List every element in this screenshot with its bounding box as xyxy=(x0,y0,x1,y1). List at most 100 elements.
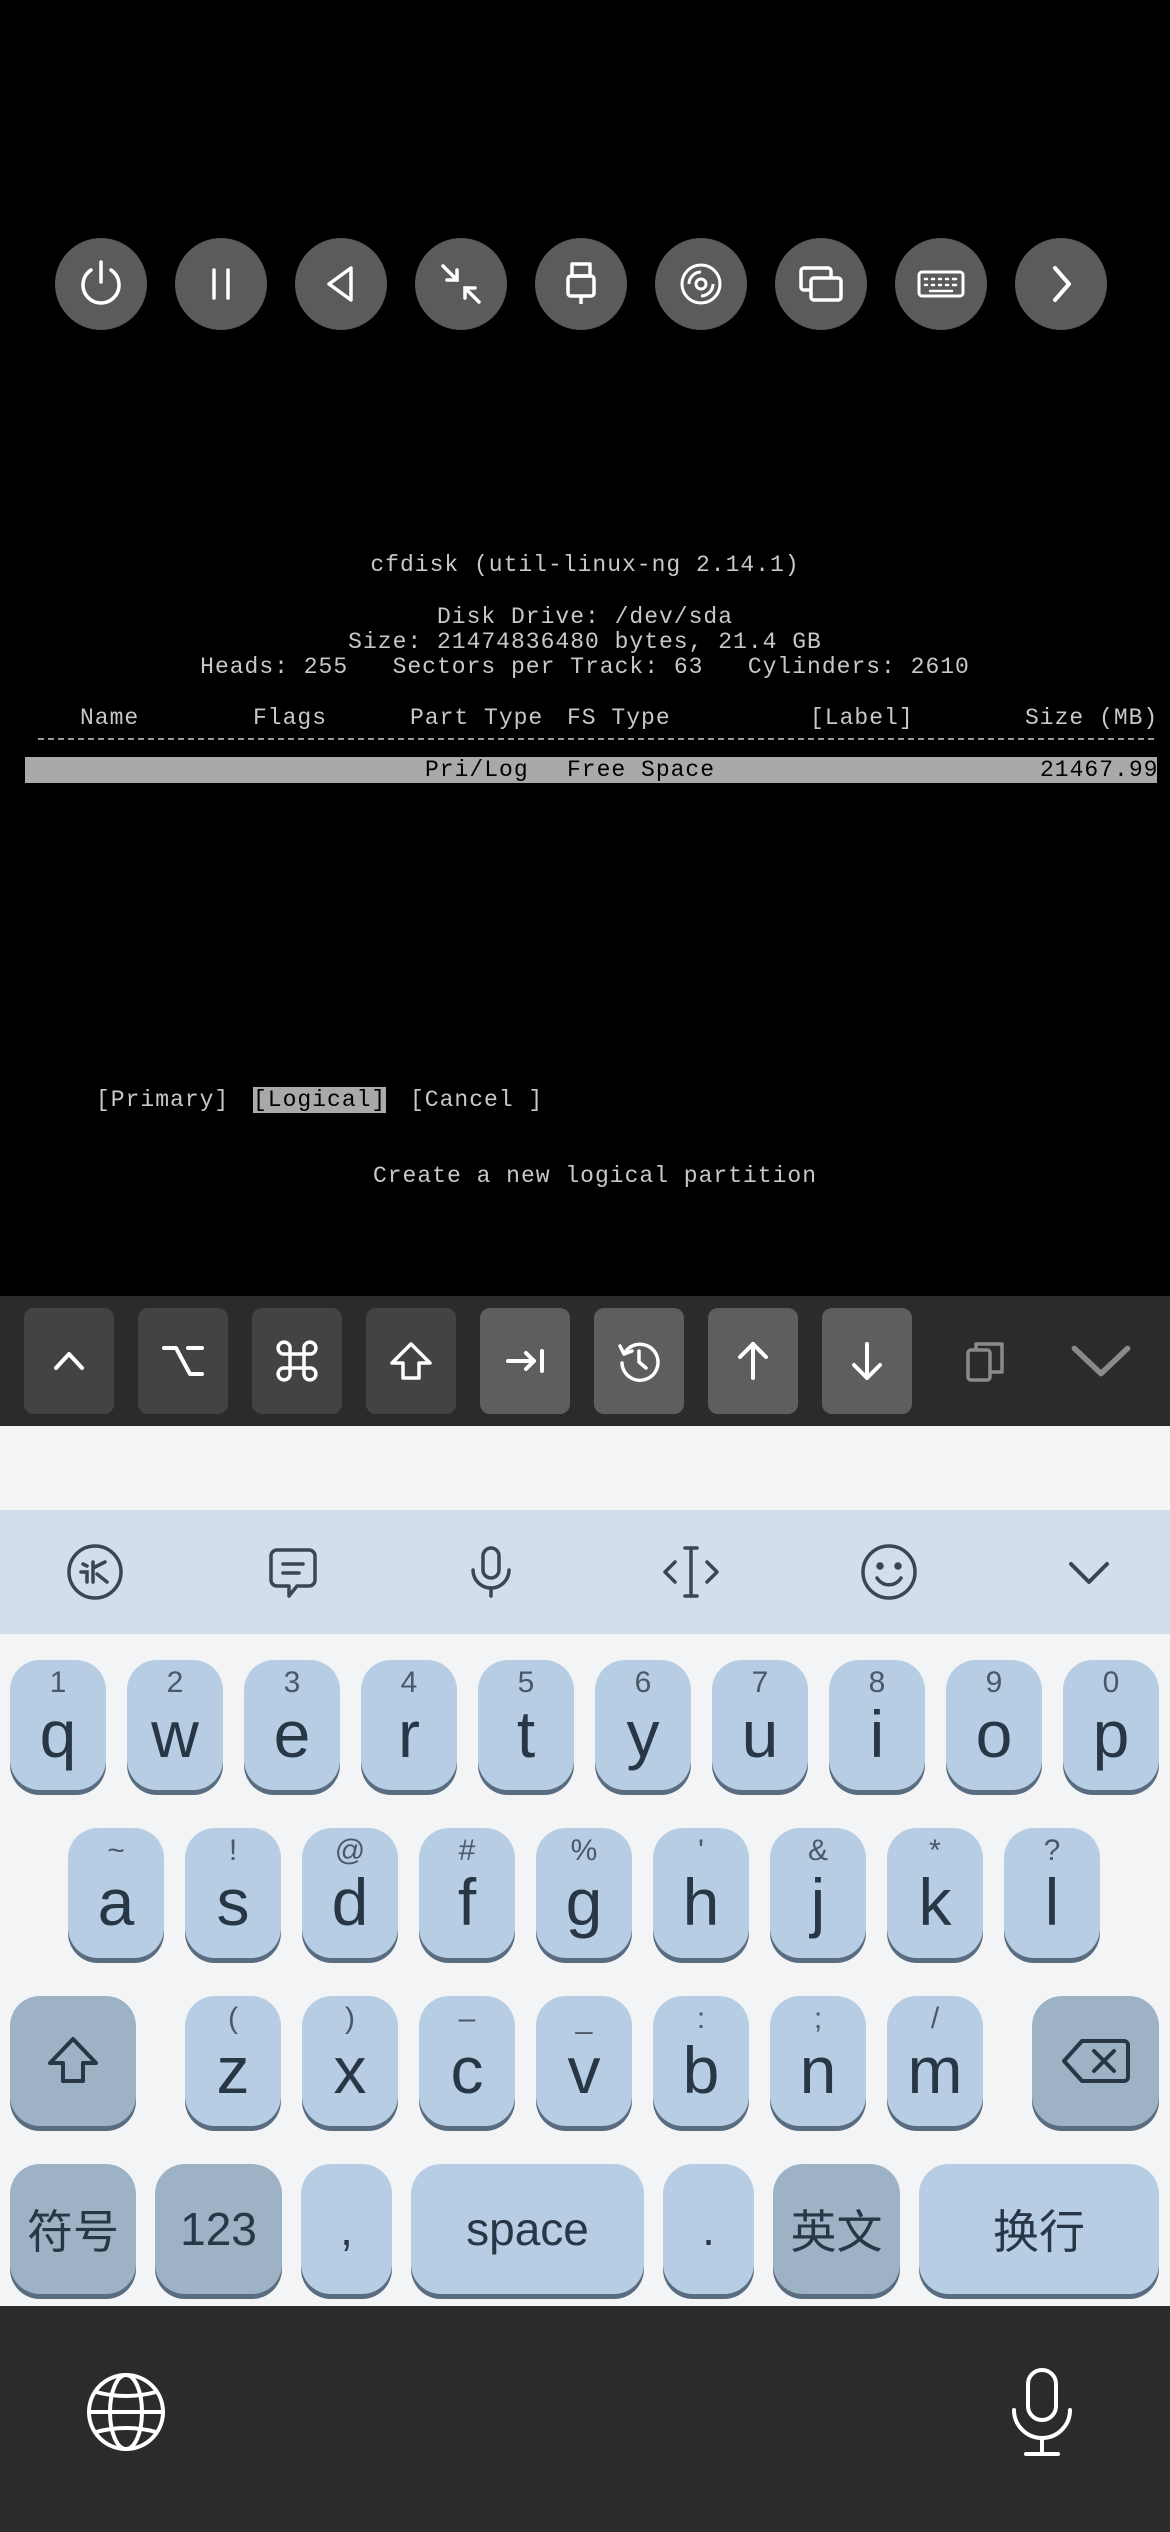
dictation-button[interactable] xyxy=(1000,2364,1084,2460)
enter-label: 换行 xyxy=(993,2206,1085,2258)
terminal-screen[interactable] xyxy=(0,330,1170,1296)
back-button[interactable] xyxy=(295,238,387,330)
key-d[interactable]: @ d xyxy=(302,1828,398,1958)
period-key[interactable]: . xyxy=(663,2164,754,2294)
ctrl-key[interactable] xyxy=(24,1308,114,1414)
key-m[interactable]: / m xyxy=(887,1996,983,2126)
history-key[interactable] xyxy=(594,1308,684,1414)
tab-key[interactable] xyxy=(480,1308,570,1414)
windows-icon xyxy=(799,266,843,302)
key-o[interactable]: 9o xyxy=(946,1660,1042,1790)
disk-size-line: Size: 21474836480 bytes, 21.4 GB xyxy=(348,629,822,655)
language-key[interactable]: 英文 xyxy=(773,2164,900,2294)
shift-icon xyxy=(48,2037,98,2083)
key-label: k xyxy=(918,1865,952,1939)
dismiss-keyboard-key[interactable] xyxy=(1056,1308,1146,1414)
shift-key[interactable] xyxy=(10,1996,136,2126)
key-k[interactable]: * k xyxy=(887,1828,983,1958)
key-h[interactable]: ' h xyxy=(653,1828,749,1958)
shift-icon xyxy=(390,1342,432,1380)
key-s[interactable]: ! s xyxy=(185,1828,281,1958)
globe-icon xyxy=(87,2373,165,2451)
backspace-icon xyxy=(1061,2039,1130,2083)
help-line: Create a new logical partition xyxy=(0,1163,1170,1215)
disc-button[interactable] xyxy=(655,238,747,330)
key-t[interactable]: 5t xyxy=(478,1660,574,1790)
numbers-key[interactable]: 123 xyxy=(155,2164,282,2294)
back-triangle-icon xyxy=(327,266,353,302)
key-r[interactable]: 4r xyxy=(361,1660,457,1790)
key-q[interactable]: 1q xyxy=(10,1660,106,1790)
table-divider xyxy=(38,738,1154,740)
table-row[interactable]: Pri/Log Free Space 21467.99 xyxy=(25,757,1157,783)
key-l[interactable]: ? l xyxy=(1004,1828,1100,1958)
globe-button[interactable] xyxy=(84,2370,168,2454)
microphone-icon xyxy=(1012,2368,1072,2456)
header-name: Name xyxy=(80,705,140,731)
ime-logo-button[interactable] xyxy=(55,1532,135,1612)
option-key[interactable] xyxy=(138,1308,228,1414)
option-icon xyxy=(162,1346,204,1376)
key-j[interactable]: & j xyxy=(770,1828,866,1958)
menu-primary[interactable]: [Primary] xyxy=(96,1087,229,1113)
keyboard-button[interactable] xyxy=(895,238,987,330)
key-c[interactable]: – c xyxy=(419,1996,515,2126)
key-label: p xyxy=(1092,1697,1130,1771)
cursor-move-button[interactable] xyxy=(651,1532,731,1612)
key-z[interactable]: (z xyxy=(185,1996,281,2126)
key-g[interactable]: % g xyxy=(536,1828,632,1958)
hide-keyboard-button[interactable] xyxy=(1049,1532,1129,1612)
vm-toolbar xyxy=(55,238,1115,330)
row-part-type: Pri/Log xyxy=(425,757,529,783)
key-f[interactable]: # f xyxy=(419,1828,515,1958)
shrink-button[interactable] xyxy=(415,238,507,330)
ctrl-caret-icon xyxy=(54,1352,84,1370)
command-key[interactable] xyxy=(252,1308,342,1414)
arrow-down-key[interactable] xyxy=(822,1308,912,1414)
enter-key[interactable]: 换行 xyxy=(919,2164,1159,2294)
command-icon xyxy=(276,1340,318,1382)
comma-key[interactable]: , xyxy=(301,2164,392,2294)
arrow-up-key[interactable] xyxy=(708,1308,798,1414)
key-label: m xyxy=(907,2033,963,2107)
windows-button[interactable] xyxy=(775,238,867,330)
key-y[interactable]: 6y xyxy=(595,1660,691,1790)
symbols-key[interactable]: 符号 xyxy=(10,2164,136,2294)
paste-icon xyxy=(966,1342,1004,1382)
key-a[interactable]: ~ a xyxy=(68,1828,164,1958)
key-label: u xyxy=(741,1697,779,1771)
key-i[interactable]: 8i xyxy=(829,1660,925,1790)
comma-label: , xyxy=(340,2203,353,2255)
forward-button[interactable] xyxy=(1015,238,1107,330)
text-input-area[interactable] xyxy=(0,1426,1170,1510)
key-label: n xyxy=(799,2033,837,2107)
menu-cancel[interactable]: [Cancel ] xyxy=(410,1087,543,1113)
cfdisk-output: cfdisk (util-linux-ng 2.14.1) Disk Drive… xyxy=(0,552,1170,682)
cfdisk-title: cfdisk (util-linux-ng 2.14.1) xyxy=(370,552,800,578)
key-n[interactable]: ; n xyxy=(770,1996,866,2126)
clipboard-text-button[interactable] xyxy=(253,1532,333,1612)
shift-key[interactable] xyxy=(366,1308,456,1414)
key-b[interactable]: :b xyxy=(653,1996,749,2126)
emoji-button[interactable] xyxy=(849,1532,929,1612)
key-p[interactable]: 0p xyxy=(1063,1660,1159,1790)
usb-button[interactable] xyxy=(535,238,627,330)
key-u[interactable]: 7u xyxy=(712,1660,808,1790)
voice-input-button[interactable] xyxy=(451,1532,531,1612)
disk-drive-line: Disk Drive: /dev/sda xyxy=(436,604,734,630)
key-v[interactable]: _ v xyxy=(536,1996,632,2126)
paste-key[interactable] xyxy=(940,1308,1030,1414)
pause-button[interactable] xyxy=(175,238,267,330)
cursor-move-icon xyxy=(663,1546,719,1598)
key-w[interactable]: 2w xyxy=(127,1660,223,1790)
key-label: r xyxy=(398,1697,420,1771)
key-label: d xyxy=(331,1865,369,1939)
menu-logical[interactable]: [Logical] xyxy=(253,1087,387,1113)
key-x[interactable]: ) x xyxy=(302,1996,398,2126)
header-part-type: Part Type xyxy=(410,705,544,731)
space-key[interactable]: space xyxy=(411,2164,644,2294)
key-e[interactable]: 3e xyxy=(244,1660,340,1790)
tab-icon xyxy=(506,1349,544,1373)
power-button[interactable] xyxy=(55,238,147,330)
backspace-key[interactable] xyxy=(1032,1996,1159,2126)
